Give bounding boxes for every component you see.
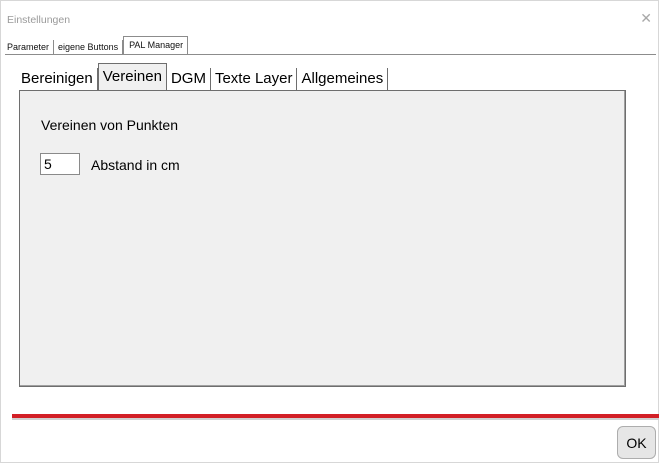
inner-tab-strip: Bereinigen Vereinen DGM Texte Layer Allg… — [19, 63, 389, 90]
tab-texte-layer[interactable]: Texte Layer — [210, 68, 298, 90]
ok-button[interactable]: OK — [617, 426, 656, 459]
tab-parameter[interactable]: Parameter — [5, 40, 55, 54]
close-icon[interactable]: ✕ — [640, 11, 652, 25]
footer-divider — [12, 418, 659, 420]
window-title: Einstellungen — [7, 14, 71, 26]
section-title: Vereinen von Punkten — [41, 117, 178, 133]
tab-allgemeines[interactable]: Allgemeines — [297, 68, 389, 90]
distance-label: Abstand in cm — [91, 157, 180, 173]
distance-input[interactable] — [40, 153, 80, 175]
tab-vereinen[interactable]: Vereinen — [97, 63, 167, 90]
vereinen-panel — [19, 90, 626, 387]
tab-pal-manager[interactable]: PAL Manager — [123, 36, 189, 54]
settings-window: Einstellungen ✕ Parameter eigene Buttons… — [0, 0, 659, 463]
outer-tab-strip: Parameter eigene Buttons PAL Manager — [5, 36, 189, 54]
title-bar: Einstellungen ✕ — [1, 1, 658, 33]
tab-bereinigen[interactable]: Bereinigen — [19, 68, 98, 90]
tab-dgm[interactable]: DGM — [166, 68, 211, 90]
tab-eigene-buttons[interactable]: eigene Buttons — [54, 40, 124, 54]
